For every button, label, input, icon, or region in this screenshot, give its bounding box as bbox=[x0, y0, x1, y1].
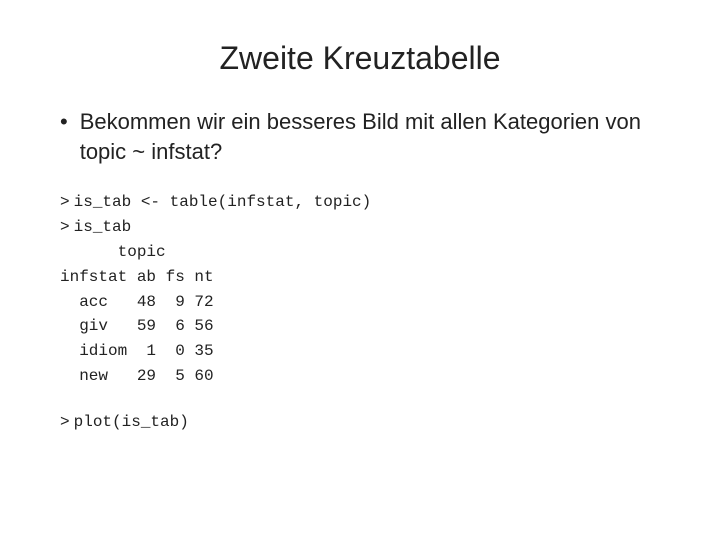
prompt-plot: > bbox=[60, 413, 70, 431]
code-table: topic infstat ab fs nt acc 48 9 72 giv 5… bbox=[60, 240, 660, 389]
slide-title: Zweite Kreuztabelle bbox=[60, 40, 660, 77]
code-line-1: > is_tab <- table(infstat, topic) bbox=[60, 190, 660, 215]
bullet-text: Bekommen wir ein besseres Bild mit allen… bbox=[80, 107, 660, 166]
bullet-item: • Bekommen wir ein besseres Bild mit all… bbox=[60, 107, 660, 166]
slide: Zweite Kreuztabelle • Bekommen wir ein b… bbox=[0, 0, 720, 540]
code-1: is_tab <- table(infstat, topic) bbox=[74, 190, 372, 215]
code-section: > is_tab <- table(infstat, topic) > is_t… bbox=[60, 190, 660, 388]
bullet-section: • Bekommen wir ein besseres Bild mit all… bbox=[60, 107, 660, 166]
bullet-dot: • bbox=[60, 107, 68, 137]
code-line-2: > is_tab bbox=[60, 215, 660, 240]
prompt-2: > bbox=[60, 215, 70, 240]
code-2: is_tab bbox=[74, 215, 132, 240]
plot-code: plot(is_tab) bbox=[74, 413, 189, 431]
plot-line: > plot(is_tab) bbox=[60, 413, 660, 431]
prompt-1: > bbox=[60, 190, 70, 215]
table-output: topic infstat ab fs nt acc 48 9 72 giv 5… bbox=[60, 240, 214, 389]
plot-section: > plot(is_tab) bbox=[60, 413, 660, 431]
